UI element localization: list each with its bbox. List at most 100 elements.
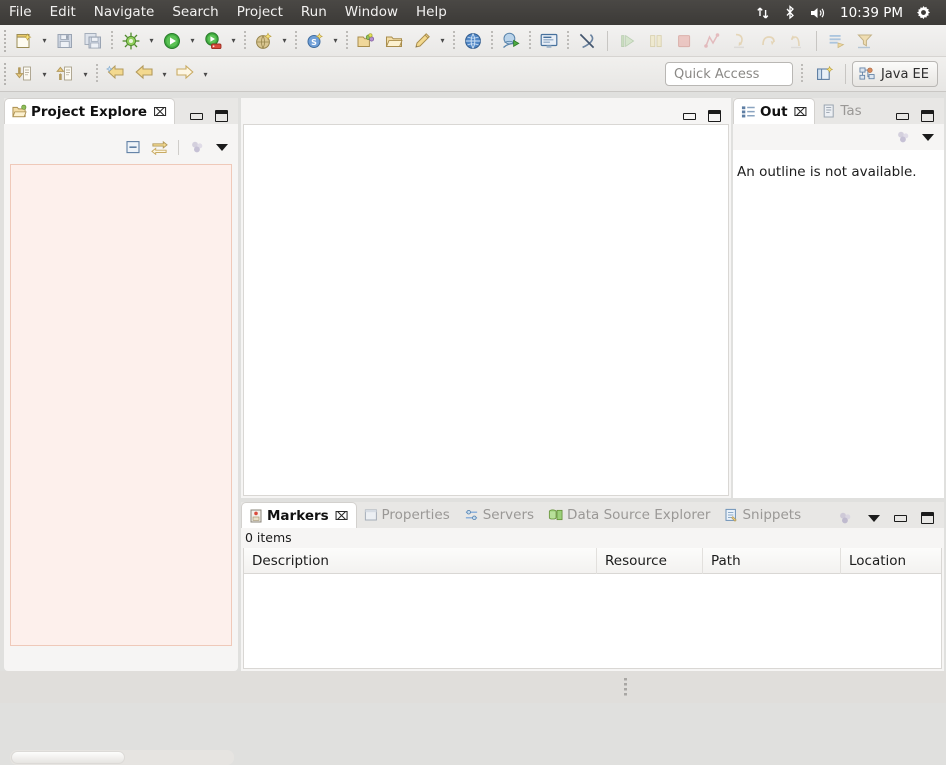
debug-dropdown-icon[interactable]: ▾: [145, 28, 158, 54]
network-updown-icon[interactable]: [756, 6, 770, 20]
project-explorer-hscrollbar[interactable]: [10, 750, 234, 765]
tab-snippets[interactable]: Snippets: [717, 502, 808, 528]
run-on-server-icon[interactable]: [200, 28, 226, 54]
tab-outline[interactable]: Out ⌧: [733, 98, 816, 124]
back-dropdown-icon[interactable]: ▾: [158, 61, 171, 87]
menu-item-file[interactable]: File: [0, 0, 41, 25]
close-icon[interactable]: ⌧: [794, 105, 808, 119]
tab-servers[interactable]: Servers: [457, 502, 541, 528]
open-browser-icon[interactable]: [460, 28, 486, 54]
perspective-button-java-ee[interactable]: Java EE: [851, 61, 938, 87]
view-menu-focus-icon[interactable]: [837, 510, 854, 526]
outline-content: An outline is not available.: [733, 150, 944, 498]
next-annotation-icon[interactable]: [11, 61, 37, 87]
pencil-icon[interactable]: [409, 28, 435, 54]
gear-icon[interactable]: [916, 5, 931, 20]
close-icon[interactable]: ⌧: [335, 509, 349, 523]
link-with-editor-icon[interactable]: [151, 139, 168, 155]
run-on-server-dropdown-icon[interactable]: ▾: [227, 28, 240, 54]
collapse-all-icon[interactable]: [125, 139, 141, 155]
new-server-dropdown-icon[interactable]: ▾: [329, 28, 342, 54]
tab-data-source-explorer[interactable]: Data Source Explorer: [541, 502, 717, 528]
menu-item-help[interactable]: Help: [407, 0, 456, 25]
terminate-icon[interactable]: [671, 28, 697, 54]
maximize-icon[interactable]: [215, 110, 228, 122]
tab-project-explorer[interactable]: Project Explore ⌧: [4, 98, 175, 124]
snippets-icon: [724, 508, 738, 522]
menu-item-navigate[interactable]: Navigate: [85, 0, 164, 25]
project-explorer-tree[interactable]: [10, 164, 232, 646]
menu-item-search[interactable]: Search: [163, 0, 227, 25]
last-edit-location-icon[interactable]: [103, 61, 129, 87]
scrollbar-thumb[interactable]: [11, 751, 125, 764]
view-menu-icon[interactable]: [922, 133, 934, 141]
back-icon[interactable]: [131, 61, 157, 87]
run-dropdown-icon[interactable]: ▾: [186, 28, 199, 54]
console-icon[interactable]: [536, 28, 562, 54]
new-wizard-icon[interactable]: [11, 28, 37, 54]
disconnect-icon[interactable]: [699, 28, 725, 54]
minimize-icon[interactable]: [894, 514, 907, 522]
menu-item-edit[interactable]: Edit: [41, 0, 85, 25]
new-server-icon[interactable]: S: [302, 28, 328, 54]
perspective-label: Java EE: [880, 66, 929, 82]
maximize-icon[interactable]: [708, 110, 721, 122]
save-icon[interactable]: [52, 28, 78, 54]
maximize-icon[interactable]: [921, 110, 934, 122]
resize-grip-icon[interactable]: [624, 678, 627, 696]
minimize-icon[interactable]: [896, 112, 909, 120]
skip-breakpoints-icon[interactable]: [574, 28, 600, 54]
new-web-project-dropdown-icon[interactable]: ▾: [278, 28, 291, 54]
step-over-icon[interactable]: [755, 28, 781, 54]
tab-label: Out: [760, 103, 788, 120]
suspend-icon[interactable]: [643, 28, 669, 54]
toolbar-grip[interactable]: [3, 29, 8, 52]
debug-icon[interactable]: [118, 28, 144, 54]
run-icon[interactable]: [159, 28, 185, 54]
quick-access-input[interactable]: [664, 62, 793, 86]
toolbar-separator: [453, 30, 455, 51]
close-icon[interactable]: ⌧: [153, 105, 167, 119]
view-menu-icon[interactable]: [868, 514, 880, 522]
next-annotation-dropdown-icon[interactable]: ▾: [38, 61, 51, 87]
view-menu-icon[interactable]: [216, 143, 228, 151]
column-header-description[interactable]: Description: [244, 548, 597, 574]
tab-task-list[interactable]: Tas: [815, 98, 868, 124]
tab-markers[interactable]: Markers ⌧: [241, 502, 357, 528]
minimize-icon[interactable]: [190, 112, 203, 120]
show-logical-structure-icon[interactable]: [824, 28, 850, 54]
system-clock[interactable]: 10:39 PM: [840, 5, 903, 21]
use-step-filters-icon[interactable]: [852, 28, 878, 54]
menu-item-project[interactable]: Project: [228, 0, 292, 25]
forward-dropdown-icon[interactable]: ▾: [199, 61, 212, 87]
previous-annotation-icon[interactable]: [52, 61, 78, 87]
minimize-icon[interactable]: [683, 112, 696, 120]
column-header-location[interactable]: Location: [841, 548, 941, 574]
step-return-icon[interactable]: [783, 28, 809, 54]
open-type-icon[interactable]: [353, 28, 379, 54]
view-menu-focus-icon[interactable]: [895, 129, 912, 145]
pencil-dropdown-icon[interactable]: ▾: [436, 28, 449, 54]
column-header-path[interactable]: Path: [703, 548, 841, 574]
save-all-icon[interactable]: [80, 28, 106, 54]
new-wizard-dropdown-icon[interactable]: ▾: [38, 28, 51, 54]
view-menu-focus-icon[interactable]: [189, 139, 206, 155]
column-header-resource[interactable]: Resource: [597, 548, 703, 574]
menu-item-run[interactable]: Run: [292, 0, 336, 25]
menu-item-window[interactable]: Window: [336, 0, 407, 25]
resume-icon[interactable]: [615, 28, 641, 54]
new-web-project-icon[interactable]: [251, 28, 277, 54]
previous-annotation-dropdown-icon[interactable]: ▾: [79, 61, 92, 87]
tab-properties[interactable]: Properties: [357, 502, 457, 528]
open-perspective-icon[interactable]: [812, 61, 838, 87]
toolbar-grip[interactable]: [3, 63, 8, 85]
run-profile-icon[interactable]: [498, 28, 524, 54]
step-into-icon[interactable]: [727, 28, 753, 54]
markers-table-body[interactable]: [244, 574, 941, 667]
open-package-icon[interactable]: [381, 28, 407, 54]
forward-icon[interactable]: [172, 61, 198, 87]
editor-canvas[interactable]: [243, 124, 729, 496]
volume-icon[interactable]: [810, 6, 827, 20]
bluetooth-icon[interactable]: [784, 5, 796, 20]
maximize-icon[interactable]: [921, 512, 934, 524]
